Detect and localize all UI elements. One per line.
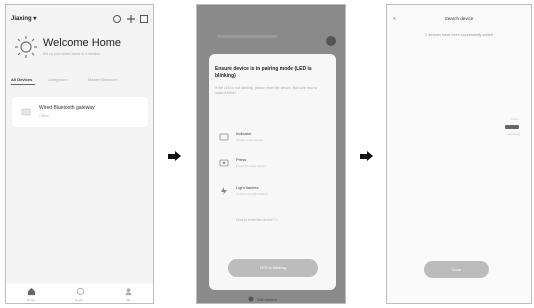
- home-selector[interactable]: Jiaxing ▾: [11, 15, 36, 22]
- welcome-subtitle: Set up your smart home in 3 minutes: [43, 52, 101, 56]
- found-devices-text: 1 devices have been successfully added: [425, 33, 493, 37]
- reset-help-link[interactable]: How to reset the device? >: [236, 218, 278, 222]
- done-button[interactable]: Done: [424, 261, 489, 278]
- weather-sun-icon: [15, 36, 37, 58]
- footer-text: Get started: [257, 297, 277, 302]
- light-flash-icon: [221, 187, 227, 195]
- step-2-label: Press: [236, 157, 247, 162]
- step-3-desc: Confirm the light flashes: [236, 192, 269, 196]
- nav-me-label[interactable]: Me: [126, 298, 130, 302]
- pairing-dialog: Ensure device is in pairing mode (LED is…: [209, 54, 336, 290]
- tab-livingroom[interactable]: Livingroom: [48, 77, 68, 82]
- indicator-icon: [219, 133, 229, 141]
- screen-home: Jiaxing ▾ Welcome Home Set up your smart…: [5, 4, 154, 304]
- gateway-device-icon: [21, 108, 31, 116]
- step-2-desc: Press the reset button: [236, 164, 266, 168]
- settings-icon: [326, 36, 336, 46]
- tab-underline: [11, 84, 35, 85]
- tab-all-devices[interactable]: All Devices: [11, 77, 32, 82]
- page-title: Search device: [444, 16, 474, 21]
- device-card[interactable]: Wired Bluetooth gateway Offline: [12, 97, 148, 127]
- tab-master-bedroom[interactable]: Master Bedroom: [88, 77, 118, 82]
- footer-icon: [248, 296, 254, 302]
- found-gateway-device[interactable]: [505, 125, 519, 129]
- device-sublabel-top: Added: [510, 117, 519, 121]
- led-blinking-button[interactable]: LED is blinking: [228, 259, 318, 277]
- device-label: Gateway: [508, 132, 520, 136]
- nav-home-label[interactable]: Home: [27, 298, 35, 302]
- profile-icon[interactable]: [124, 287, 133, 296]
- nav-smart-label[interactable]: Smart: [75, 298, 83, 302]
- device-name: Wired Bluetooth gateway: [39, 105, 95, 111]
- home-icon[interactable]: [27, 287, 36, 296]
- dialog-body: If the LED is not blinking, please reset…: [215, 86, 318, 95]
- step-1-label: Indicator: [236, 131, 252, 136]
- screen-search-device: < Search device 1 devices have been succ…: [386, 4, 532, 304]
- background-content: [217, 35, 277, 38]
- done-button-label: Done: [451, 267, 462, 272]
- welcome-title: Welcome Home: [43, 37, 122, 49]
- scan-icon[interactable]: [112, 14, 122, 24]
- dialog-title: Ensure device is in pairing mode (LED is…: [215, 66, 312, 79]
- screen-pairing-dialog: Ensure device is in pairing mode (LED is…: [196, 4, 346, 304]
- step-3-label: Light flashes: [236, 185, 259, 190]
- menu-icon[interactable]: [139, 14, 149, 24]
- add-icon[interactable]: [126, 14, 136, 24]
- bottom-nav: Home Smart Me: [6, 283, 153, 303]
- device-status: Offline: [39, 114, 50, 118]
- step-1-desc: Power on the device: [236, 138, 264, 142]
- press-icon: [219, 159, 229, 167]
- led-blinking-button-label: LED is blinking: [259, 265, 287, 270]
- smart-icon[interactable]: [76, 287, 85, 296]
